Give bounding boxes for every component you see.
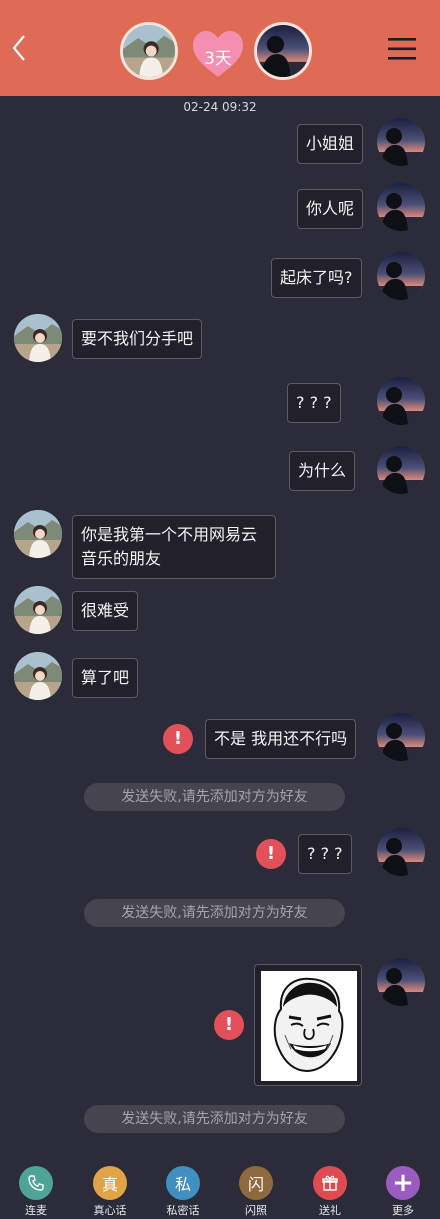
back-arrow-icon[interactable] xyxy=(6,30,32,66)
toolbar-item-voice-call[interactable]: 连麦 xyxy=(6,1166,66,1218)
message-bubble-sent[interactable]: 小姐姐 xyxy=(297,124,364,164)
meme-face-image xyxy=(261,971,357,1081)
message-bubble-received[interactable]: 很难受 xyxy=(72,591,139,631)
image-message-bubble[interactable] xyxy=(254,964,362,1086)
message-bubble-sent[interactable]: 起床了吗? xyxy=(271,258,362,298)
flash-photo-icon: 闪 xyxy=(239,1166,273,1200)
private-icon: 私 xyxy=(166,1166,200,1200)
exclamation-icon[interactable]: ! xyxy=(214,1010,244,1040)
my-avatar[interactable] xyxy=(254,22,312,80)
truth-icon: 真 xyxy=(93,1166,127,1200)
toolbar-label: 更多 xyxy=(392,1204,414,1217)
exclamation-icon[interactable]: ! xyxy=(256,839,286,869)
message-bubble-received[interactable]: 你是我第一个不用网易云音乐的朋友 xyxy=(72,515,276,579)
menu-icon[interactable] xyxy=(386,36,418,62)
partner-message-avatar[interactable] xyxy=(14,510,62,558)
message-bubble-sent[interactable]: ? ? ? xyxy=(287,383,341,423)
partner-message-avatar[interactable] xyxy=(14,314,62,362)
toolbar-item-gift[interactable]: 送礼 xyxy=(300,1166,360,1218)
send-failed-notice: 发送失败,请先添加对方为好友 xyxy=(84,1105,345,1133)
toolbar-label: 连麦 xyxy=(25,1204,47,1217)
toolbar-label: 送礼 xyxy=(319,1204,341,1217)
partner-message-avatar[interactable] xyxy=(14,652,62,700)
message-timestamp: 02-24 09:32 xyxy=(183,100,257,114)
phone-icon xyxy=(19,1166,53,1200)
bottom-toolbar: 连麦 真 真心话 私 私密话 闪 闪照 送礼 + 更多 xyxy=(0,1162,440,1219)
toolbar-item-private[interactable]: 私 私密话 xyxy=(153,1166,213,1218)
my-message-avatar[interactable] xyxy=(377,713,425,761)
chat-header: 3天 xyxy=(0,0,440,96)
toolbar-item-flash-photo[interactable]: 闪 闪照 xyxy=(226,1166,286,1218)
days-together-label: 3天 xyxy=(204,49,232,69)
toolbar-label: 闪照 xyxy=(245,1204,267,1217)
message-bubble-sent[interactable]: 不是 我用还不行吗 xyxy=(205,719,357,759)
message-bubble-received[interactable]: 要不我们分手吧 xyxy=(72,319,203,359)
partner-message-avatar[interactable] xyxy=(14,586,62,634)
my-message-avatar[interactable] xyxy=(377,377,425,425)
my-message-avatar[interactable] xyxy=(377,446,425,494)
my-message-avatar[interactable] xyxy=(377,183,425,231)
message-bubble-received[interactable]: 算了吧 xyxy=(72,658,139,698)
partner-avatar[interactable] xyxy=(120,22,178,80)
send-failed-notice: 发送失败,请先添加对方为好友 xyxy=(84,899,345,927)
message-bubble-sent[interactable]: 你人呢 xyxy=(297,189,364,229)
toolbar-label: 私密话 xyxy=(166,1204,200,1217)
my-message-avatar[interactable] xyxy=(377,118,425,166)
my-message-avatar[interactable] xyxy=(377,252,425,300)
my-message-avatar[interactable] xyxy=(377,958,425,1006)
toolbar-label: 真心话 xyxy=(93,1204,127,1217)
gift-icon xyxy=(313,1166,347,1200)
toolbar-item-truth[interactable]: 真 真心话 xyxy=(80,1166,140,1218)
toolbar-item-more[interactable]: + 更多 xyxy=(373,1166,433,1218)
message-bubble-sent[interactable]: ? ? ? xyxy=(298,834,352,874)
message-bubble-sent[interactable]: 为什么 xyxy=(289,451,356,491)
plus-icon: + xyxy=(386,1166,420,1200)
send-failed-notice: 发送失败,请先添加对方为好友 xyxy=(84,783,345,811)
my-message-avatar[interactable] xyxy=(377,828,425,876)
exclamation-icon[interactable]: ! xyxy=(163,724,193,754)
